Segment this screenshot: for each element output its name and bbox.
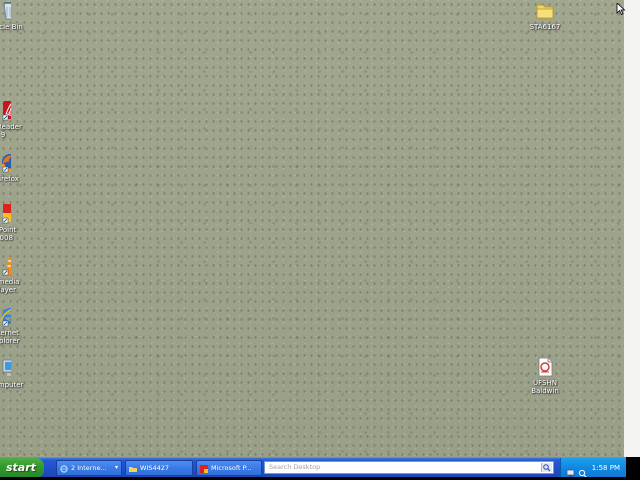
desktop-icon-label: Computer — [0, 381, 24, 389]
desktop-icon-label: erPoint 2008 — [0, 226, 17, 242]
recycle-bin-icon — [0, 0, 16, 22]
desktop-icon-powerpoint[interactable]: erPoint 2008 — [0, 203, 28, 242]
internet-explorer-icon — [60, 464, 68, 473]
desktop-icon-sta6167-folder[interactable]: STA6167 — [517, 0, 573, 31]
taskbar-button-powerpoint[interactable]: Microsoft P... — [196, 460, 262, 476]
start-button[interactable]: start — [0, 458, 44, 478]
powerpoint-icon — [0, 203, 21, 225]
desktop-search-input[interactable]: Search Desktop — [264, 461, 554, 474]
desktop-icon-ufshn-file[interactable]: UFSHN Baldwin — [517, 356, 573, 395]
firefox-icon — [0, 152, 18, 174]
internet-explorer-icon — [0, 306, 19, 328]
adobe-reader-icon — [0, 100, 21, 122]
search-placeholder: Search Desktop — [269, 463, 321, 471]
taskbar-button-label: WIS4427 — [140, 464, 170, 472]
screen: cycle Bin ble Reader 9 — [0, 0, 640, 480]
desktop-icon-adobe-reader[interactable]: ble Reader 9 — [0, 100, 28, 139]
desktop-icon-firefox[interactable]: la Firefox — [0, 152, 28, 183]
taskbar: start 2 Interne... ▾ WIS4427 Microsoft P… — [0, 457, 626, 478]
taskbar-button-internet-explorer[interactable]: 2 Interne... ▾ — [56, 460, 122, 476]
desktop-background[interactable]: cycle Bin ble Reader 9 — [0, 0, 624, 457]
folder-icon — [534, 0, 556, 22]
folder-icon — [129, 464, 137, 472]
desktop-icon-vlc[interactable]: C media player — [0, 255, 28, 294]
desktop-icon-label: C media player — [0, 278, 20, 294]
chevron-down-icon: ▾ — [114, 464, 118, 471]
system-tray: 1:58 PM — [560, 458, 626, 478]
search-icon[interactable] — [541, 463, 552, 472]
start-button-label: start — [6, 461, 36, 474]
taskbar-button-label: 2 Interne... — [71, 464, 107, 472]
taskbar-button-folder[interactable]: WIS4427 — [125, 460, 193, 476]
desktop-icon-label: ble Reader 9 — [0, 123, 22, 139]
desktop-icon-internet-explorer[interactable]: Internet Explorer — [0, 306, 28, 345]
desktop-icon-recycle-bin[interactable]: cycle Bin — [0, 0, 28, 31]
document-icon — [534, 356, 556, 378]
taskbar-clock[interactable]: 1:58 PM — [592, 458, 620, 478]
vlc-icon — [0, 255, 17, 277]
desktop-icon-label: cycle Bin — [0, 23, 23, 31]
network-icon[interactable] — [566, 463, 575, 477]
desktop-icon-label: STA6167 — [529, 23, 561, 31]
taskbar-button-label: Microsoft P... — [211, 464, 252, 472]
desktop-icon-my-computer[interactable]: Computer — [0, 358, 28, 389]
computer-icon — [0, 358, 20, 380]
screen-edge-strip — [624, 0, 640, 457]
desktop-icon-label: la Firefox — [0, 175, 19, 183]
search-tray-icon[interactable] — [578, 463, 587, 478]
mouse-cursor-icon — [616, 0, 626, 16]
desktop-icon-label: Internet Explorer — [0, 329, 20, 345]
desktop-icon-label: UFSHN Baldwin — [531, 379, 559, 395]
powerpoint-icon — [200, 464, 208, 473]
